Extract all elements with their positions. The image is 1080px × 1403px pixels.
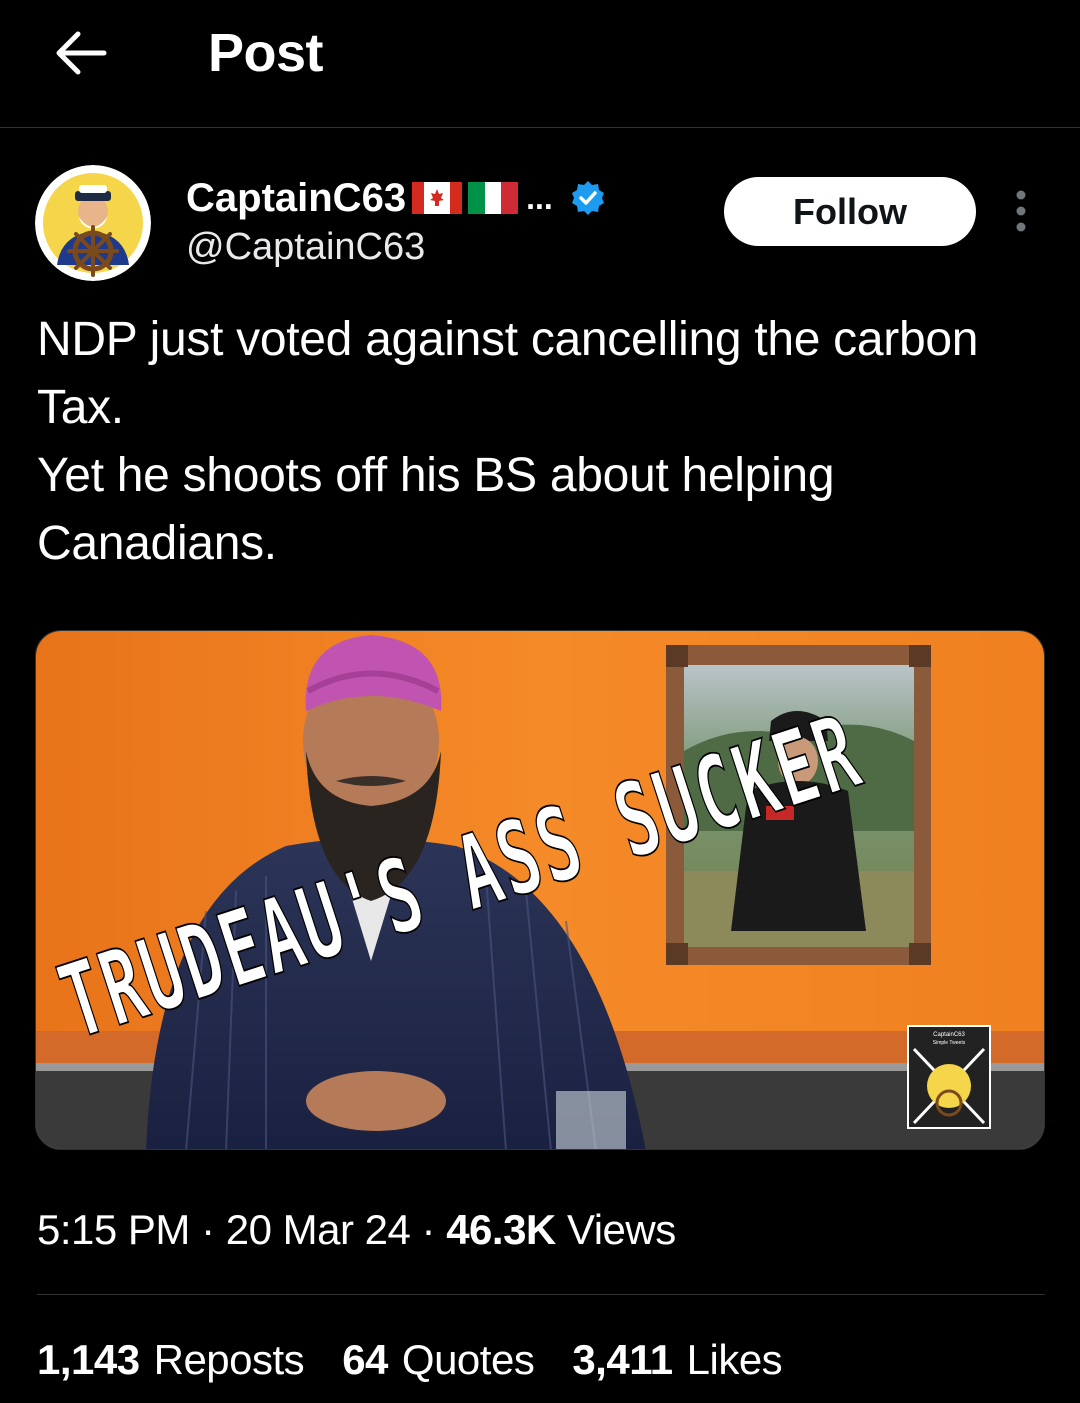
more-options-button[interactable] xyxy=(1006,188,1036,234)
arrow-left-icon xyxy=(56,31,107,75)
quotes-stat[interactable]: 64 Quotes xyxy=(342,1336,535,1384)
tweet-image[interactable]: CaptainC63 Simple Tweets TRUDEAU'S ASS S… xyxy=(35,630,1045,1150)
author-handle[interactable]: @CaptainC63 xyxy=(186,226,425,269)
more-vertical-icon xyxy=(1016,190,1026,232)
watermark-subtitle: Simple Tweets xyxy=(933,1040,966,1046)
page-title: Post xyxy=(208,23,324,83)
divider xyxy=(37,1294,1045,1295)
likes-count: 3,411 xyxy=(572,1336,673,1383)
reposts-stat[interactable]: 1,143 Reposts xyxy=(37,1336,305,1384)
post-meta: 5:15 PM · 20 Mar 24 · 46.3K Views xyxy=(37,1206,676,1254)
views-count: 46.3K xyxy=(446,1206,556,1253)
post-date[interactable]: 20 Mar 24 xyxy=(226,1206,411,1253)
meta-separator: · xyxy=(410,1206,447,1253)
quotes-label: Quotes xyxy=(401,1336,535,1383)
likes-stat[interactable]: 3,411 Likes xyxy=(572,1336,782,1384)
quotes-count: 64 xyxy=(342,1336,388,1383)
tweet-line: Yet he shoots off his BS about helping C… xyxy=(37,449,835,570)
verified-badge-icon xyxy=(571,181,604,215)
follow-button[interactable]: Follow xyxy=(724,177,976,246)
author-display-name[interactable]: CaptainC63 xyxy=(186,176,406,221)
post-time[interactable]: 5:15 PM xyxy=(37,1206,190,1253)
reposts-count: 1,143 xyxy=(37,1336,140,1383)
engagement-stats: 1,143 Reposts 64 Quotes 3,411 Likes xyxy=(37,1336,783,1384)
name-truncation: ... xyxy=(526,179,553,216)
tweet-line: NDP just voted against cancelling the ca… xyxy=(37,313,979,434)
back-button[interactable] xyxy=(52,24,110,82)
watermark-title: CaptainC63 xyxy=(933,1032,965,1038)
likes-label: Likes xyxy=(686,1336,783,1383)
tweet-text: NDP just voted against cancelling the ca… xyxy=(37,306,1047,578)
italy-flag-icon xyxy=(468,182,519,214)
author-name-row[interactable]: CaptainC63 ... xyxy=(186,172,607,224)
views-label: Views xyxy=(566,1206,676,1253)
canada-flag-icon xyxy=(412,182,463,214)
meta-separator: · xyxy=(189,1206,226,1253)
avatar[interactable] xyxy=(35,165,151,281)
top-bar: Post xyxy=(0,0,1080,128)
reposts-label: Reposts xyxy=(153,1336,305,1383)
